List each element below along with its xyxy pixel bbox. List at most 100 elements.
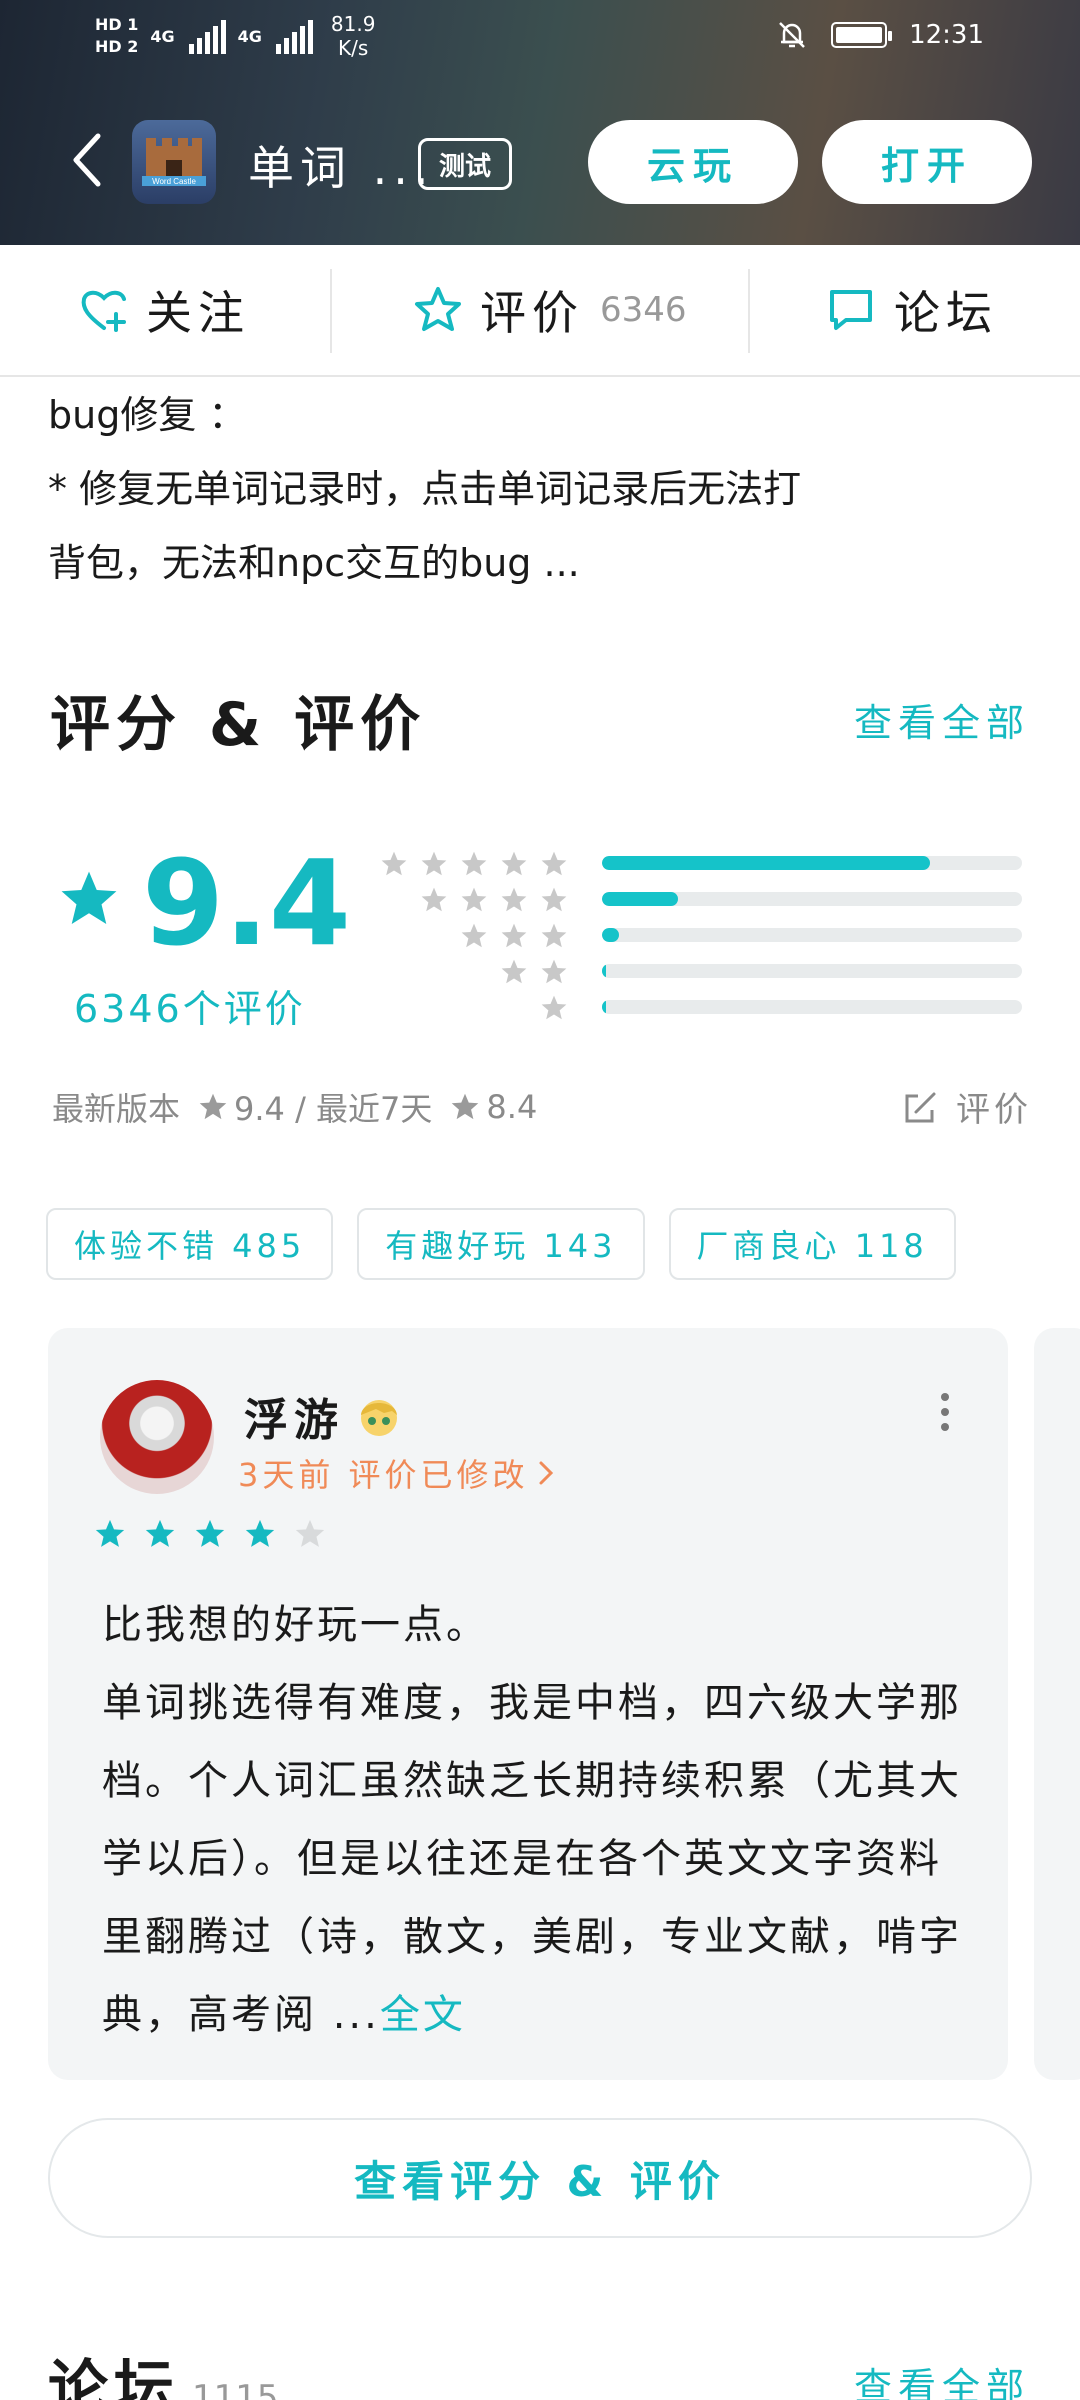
star-filled-icon: [61, 871, 117, 925]
star-gray-icon: [381, 851, 407, 876]
user-badge-icon: [361, 1400, 397, 1436]
distribution-row: [380, 954, 1030, 990]
star-filled-icon: [245, 1519, 275, 1547]
distribution-bar-track: [602, 964, 1022, 978]
star-filled-icon: [145, 1519, 175, 1547]
back-arrow-icon[interactable]: [66, 130, 110, 190]
star-gray-icon: [501, 923, 527, 948]
app-title: 单词 ...: [248, 141, 435, 195]
star-outline-icon: [415, 287, 461, 331]
distribution-bar-track: [602, 928, 1022, 942]
open-button[interactable]: 打开: [822, 120, 1032, 204]
app-icon: Word Castle: [132, 120, 216, 204]
distribution-stars: [460, 922, 568, 950]
battery-icon: [831, 22, 893, 48]
mute-bell-icon: [779, 22, 805, 48]
distribution-bar-track: [602, 1000, 1022, 1014]
more-options-icon[interactable]: [940, 1392, 950, 1432]
distribution-bar-track: [602, 892, 1022, 906]
review-time-link[interactable]: 3天前 评价已修改: [238, 1450, 555, 1496]
distribution-bar-fill: [602, 892, 678, 906]
tag-chip[interactable]: 体验不错 485: [46, 1208, 334, 1280]
forum-see-all-link[interactable]: 查看全部: [854, 2356, 1030, 2400]
rating-section-title: 评分 & 评价: [50, 690, 427, 760]
star-gray-icon: [501, 851, 527, 876]
write-review-label: 评价: [956, 1090, 1032, 1130]
distribution-row: [380, 882, 1030, 918]
follow-label: 关注: [146, 286, 250, 340]
review-user[interactable]: 浮游: [244, 1384, 404, 1448]
distribution-bar-fill: [602, 1000, 607, 1014]
star-gray-icon: [501, 887, 527, 912]
star-gray-icon: [421, 887, 447, 912]
rating-count: 6346个评价: [74, 987, 306, 1031]
net2-label: 4G: [237, 26, 262, 46]
forum-section-title: 论坛 1115: [48, 2340, 279, 2400]
signal-icon-2: [275, 18, 313, 54]
hd1-label: HD 1: [95, 15, 139, 34]
test-badge: 测试: [418, 138, 512, 190]
distribution-bar-fill: [602, 964, 607, 978]
status-left: HD 1 HD 2 4G 4G 81.9 K/s: [95, 12, 375, 60]
distribution-bar-fill: [602, 856, 930, 870]
avatar[interactable]: [100, 1380, 214, 1494]
star-filled-icon: [95, 1519, 125, 1547]
cloud-play-button[interactable]: 云玩: [588, 120, 798, 204]
review-card[interactable]: 浮游 3天前 评价已修改 比我想的好玩一点。 单词挑选得有难度，我是中档，四六级…: [48, 1328, 1008, 2080]
forum-title-label: 论坛: [48, 2354, 180, 2400]
recent-score: 8.4: [486, 1088, 538, 1126]
rate-label: 评价: [480, 286, 584, 340]
app-icon-text: Word Castle: [152, 177, 196, 186]
star-gray-icon: [461, 851, 487, 876]
forum-count: 1115: [192, 2378, 279, 2400]
rating-see-all-link[interactable]: 查看全部: [854, 692, 1030, 747]
signal-icon: [188, 18, 226, 54]
rating-distribution: [380, 846, 1030, 1026]
view-reviews-button[interactable]: 查看评分 & 评价: [48, 2118, 1032, 2238]
forum-button[interactable]: 论坛: [826, 245, 998, 375]
chevron-right-icon: [539, 1461, 553, 1485]
review-paragraph-text: 单词挑选得有难度，我是中档，四六级大学那档。个人词汇虽然缺乏长期持续积累（尤其大…: [102, 1680, 962, 2038]
full-text-link[interactable]: 全文: [380, 1992, 466, 2038]
star-gray-icon: [199, 1093, 227, 1120]
review-time-label: 3天前 评价已修改: [238, 1456, 529, 1494]
distribution-row: [380, 846, 1030, 882]
star-empty-icon: [295, 1519, 325, 1547]
star-gray-icon: [461, 923, 487, 948]
notes-line: bug修复 ：: [48, 393, 247, 437]
star-gray-icon: [541, 851, 567, 876]
star-gray-icon: [541, 887, 567, 912]
speed-value: 81.9: [330, 12, 376, 36]
star-gray-icon: [541, 959, 567, 984]
distribution-stars: [380, 850, 568, 878]
rate-button[interactable]: 评价 6346: [412, 245, 687, 375]
speed-unit: K/s: [338, 36, 369, 60]
heart-plus-icon: [81, 290, 126, 332]
app-header: HD 1 HD 2 4G 4G 81.9 K/s 12:31 Word Cast…: [0, 0, 1080, 245]
hd2-label: HD 2: [95, 37, 139, 56]
distribution-stars: [500, 958, 568, 986]
network-speed: 81.9 K/s: [331, 12, 376, 60]
distribution-stars: [420, 886, 568, 914]
star-gray-icon: [452, 1093, 479, 1120]
review-body: 比我想的好玩一点。 单词挑选得有难度，我是中档，四六级大学那档。个人词汇虽然缺乏…: [102, 1586, 982, 2054]
chat-bubble-icon: [830, 290, 872, 330]
status-right: 12:31: [775, 18, 984, 52]
forum-label: 论坛: [894, 286, 998, 340]
notes-line: 背包，无法和npc交互的bug ...: [48, 541, 580, 585]
distribution-stars: [540, 994, 568, 1022]
divider: [748, 269, 750, 353]
tag-chip[interactable]: 有趣好玩 143: [357, 1208, 645, 1280]
tag-chip[interactable]: 厂商良心 118: [668, 1208, 956, 1280]
version-score-row: 最新版本 9.4 / 最近7天 8.4 评价: [52, 1082, 1032, 1132]
distribution-row: [380, 990, 1030, 1026]
distribution-row: [380, 918, 1030, 954]
review-username: 浮游: [244, 1395, 344, 1446]
status-bar: HD 1 HD 2 4G 4G 81.9 K/s 12:31: [0, 0, 1080, 80]
rate-count: 6346: [600, 290, 687, 330]
write-review-button[interactable]: 评价: [902, 1082, 1032, 1131]
follow-button[interactable]: 关注: [78, 245, 250, 375]
next-review-card-peek[interactable]: [1034, 1328, 1080, 2080]
castle-logo-icon: Word Castle: [142, 138, 206, 186]
star-filled-icon: [195, 1519, 225, 1547]
